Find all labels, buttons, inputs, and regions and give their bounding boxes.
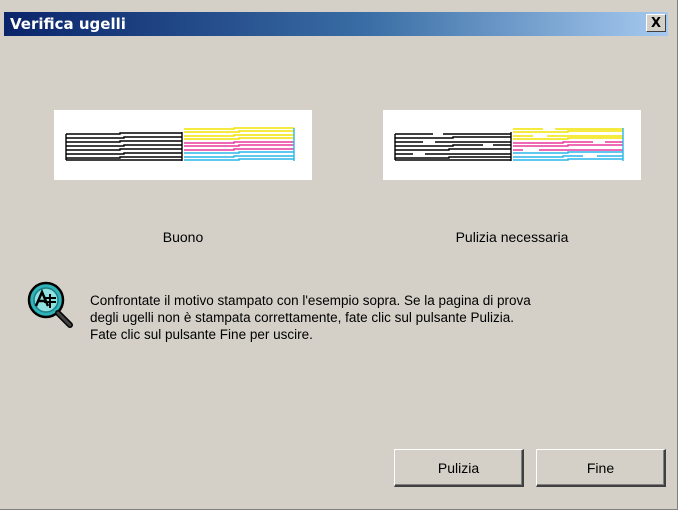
finish-button[interactable]: Fine: [536, 449, 666, 487]
good-pattern-sample: [54, 110, 312, 180]
bad-pattern-image: [394, 128, 624, 161]
nozzle-check-dialog: Verifica ugelli X Buono Pulizia necessar…: [0, 0, 678, 510]
good-caption: Buono: [162, 229, 204, 245]
good-pattern-image: [65, 127, 295, 161]
close-icon: X: [650, 15, 662, 31]
bad-pattern-sample: [383, 110, 641, 180]
cleaning-button[interactable]: Pulizia: [394, 449, 524, 487]
instruction-message: Confrontate il motivo stampato con l'ese…: [90, 292, 660, 343]
message-line: degli ugelli non è stampata correttament…: [90, 310, 514, 325]
good-color-staircase: [184, 127, 295, 161]
window-title: Verifica ugelli: [10, 15, 126, 33]
good-black-staircase: [65, 132, 183, 161]
title-bar[interactable]: Verifica ugelli X: [4, 12, 668, 36]
close-button[interactable]: X: [646, 14, 666, 32]
message-line: Fate clic sul pulsante Fine per uscire.: [90, 327, 313, 342]
message-line: Confrontate il motivo stampato con l'ese…: [90, 293, 531, 308]
nozzle-check-magnifier-icon: [22, 276, 78, 332]
bad-black-staircase: [394, 132, 512, 161]
bad-caption: Pulizia necessaria: [455, 229, 569, 245]
bad-color-staircase: [513, 128, 624, 161]
